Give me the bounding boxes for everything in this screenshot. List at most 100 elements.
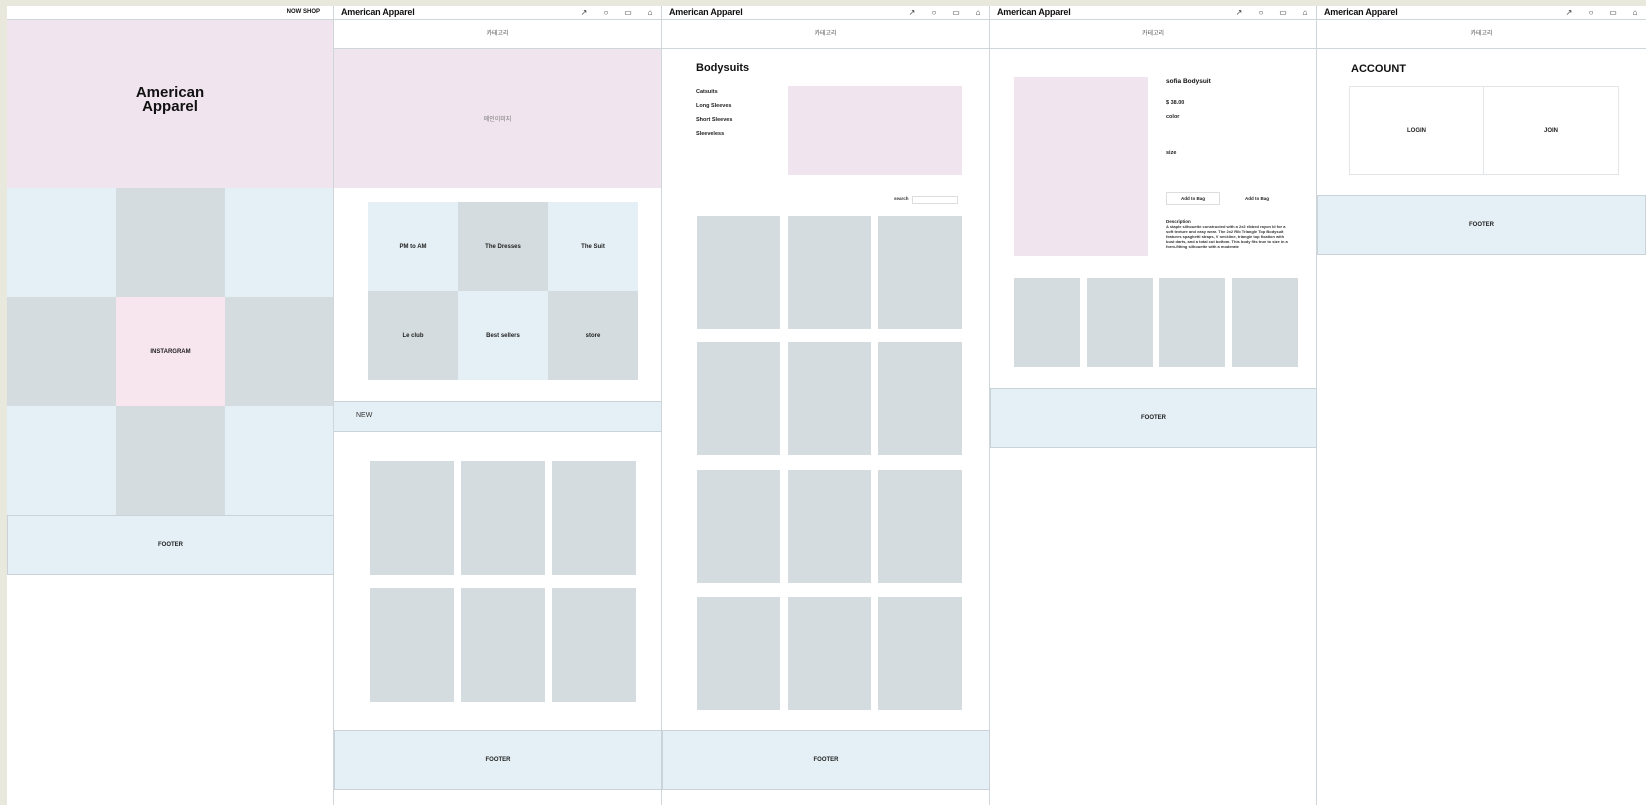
product-thumb[interactable] bbox=[788, 342, 871, 455]
pin-icon[interactable]: ↗ bbox=[907, 6, 917, 19]
tile-label: Best sellers bbox=[486, 332, 520, 339]
product-thumb[interactable] bbox=[697, 216, 780, 329]
cart-icon[interactable]: ▭ bbox=[623, 6, 633, 19]
login-label: LOGIN bbox=[1407, 127, 1426, 134]
category-label: 카테고리 bbox=[814, 31, 837, 37]
chat-icon[interactable]: ○ bbox=[601, 6, 611, 19]
category-label: 카테고리 bbox=[1470, 31, 1493, 37]
subcategory-link[interactable]: Catsuits bbox=[696, 89, 718, 95]
add-to-bag-button-secondary[interactable]: Add to Bag bbox=[1230, 192, 1284, 205]
search-box: search bbox=[894, 195, 960, 204]
category-bar[interactable]: 카테고리 bbox=[662, 20, 989, 49]
product-thumb[interactable] bbox=[370, 588, 454, 702]
product-thumb[interactable] bbox=[697, 470, 780, 583]
brand-logo[interactable]: American Apparel bbox=[1324, 7, 1398, 17]
product-thumb[interactable] bbox=[697, 597, 780, 710]
product-image bbox=[1014, 77, 1148, 256]
brand-logo[interactable]: American Apparel bbox=[669, 7, 743, 17]
instagram-label: INSTARGRAM bbox=[150, 348, 191, 355]
home-header: NOW SHOP bbox=[7, 6, 333, 20]
instagram-tile[interactable] bbox=[7, 188, 116, 297]
header-icons: ↗ ○ ▭ ⌂ bbox=[579, 6, 655, 19]
main-image-label: 메인이미지 bbox=[483, 117, 512, 123]
product-thumb[interactable] bbox=[788, 470, 871, 583]
instagram-tile[interactable] bbox=[7, 406, 116, 515]
tile-label: The Dresses bbox=[485, 243, 521, 250]
new-section-bar[interactable]: NEW bbox=[334, 401, 661, 432]
cart-icon[interactable]: ▭ bbox=[951, 6, 961, 19]
product-thumb[interactable] bbox=[788, 597, 871, 710]
brand-logo[interactable]: American Apparel bbox=[341, 7, 415, 17]
chat-icon[interactable]: ○ bbox=[1586, 6, 1596, 19]
main-screen: American Apparel ↗ ○ ▭ ⌂ 카테고리 메인이미지 PM t… bbox=[334, 6, 662, 805]
product-header: American Apparel ↗ ○ ▭ ⌂ bbox=[990, 6, 1316, 20]
pin-icon[interactable]: ↗ bbox=[1234, 6, 1244, 19]
brand-logo[interactable]: American Apparel bbox=[997, 7, 1071, 17]
instagram-tile[interactable] bbox=[116, 188, 225, 297]
product-thumb[interactable] bbox=[552, 588, 636, 702]
subcategory-link[interactable]: Short Sleeves bbox=[696, 117, 732, 123]
user-icon[interactable]: ⌂ bbox=[1630, 6, 1640, 19]
join-label: JOIN bbox=[1543, 127, 1558, 134]
cart-icon[interactable]: ▭ bbox=[1278, 6, 1288, 19]
header-icons: ↗ ○ ▭ ⌂ bbox=[1234, 6, 1310, 19]
add-to-bag-button[interactable]: Add to Bag bbox=[1166, 192, 1220, 205]
collection-tile[interactable]: The Suit bbox=[548, 202, 638, 291]
instagram-tile[interactable] bbox=[225, 188, 333, 297]
product-thumb[interactable] bbox=[461, 461, 545, 575]
footer-label: FOOTER bbox=[1469, 222, 1494, 228]
collection-tile[interactable]: store bbox=[548, 291, 638, 380]
product-thumb[interactable] bbox=[878, 216, 962, 329]
product-thumb[interactable] bbox=[878, 342, 962, 455]
instagram-tile[interactable] bbox=[225, 406, 333, 515]
header-icons: ↗ ○ ▭ ⌂ bbox=[907, 6, 983, 19]
main-image: 메인이미지 bbox=[334, 49, 661, 188]
product-price: $ 38.00 bbox=[1166, 100, 1185, 106]
account-footer: FOOTER bbox=[1317, 195, 1646, 255]
category-bar[interactable]: 카테고리 bbox=[990, 20, 1316, 49]
user-icon[interactable]: ⌂ bbox=[1300, 6, 1310, 19]
collection-tile[interactable]: PM to AM bbox=[368, 202, 458, 291]
related-thumb[interactable] bbox=[1232, 278, 1298, 367]
now-shop-link[interactable]: NOW SHOP bbox=[287, 9, 320, 15]
instagram-label-tile[interactable]: INSTARGRAM bbox=[116, 297, 225, 406]
listing-header: American Apparel ↗ ○ ▭ ⌂ bbox=[662, 6, 989, 20]
login-button[interactable]: LOGIN bbox=[1349, 86, 1484, 175]
instagram-tile[interactable] bbox=[225, 297, 333, 406]
category-bar[interactable]: 카테고리 bbox=[334, 20, 661, 49]
chat-icon[interactable]: ○ bbox=[1256, 6, 1266, 19]
product-thumb[interactable] bbox=[878, 470, 962, 583]
product-thumb[interactable] bbox=[552, 461, 636, 575]
product-thumb[interactable] bbox=[788, 216, 871, 329]
instagram-tile[interactable] bbox=[116, 406, 225, 515]
collection-tile[interactable]: Le club bbox=[368, 291, 458, 380]
chat-icon[interactable]: ○ bbox=[929, 6, 939, 19]
subcategory-link[interactable]: Sleeveless bbox=[696, 131, 724, 137]
listing-screen: American Apparel ↗ ○ ▭ ⌂ 카테고리 Bodysuits … bbox=[662, 6, 990, 805]
product-name: sofia Bodysuit bbox=[1166, 78, 1211, 85]
category-bar[interactable]: 카테고리 bbox=[1317, 20, 1646, 49]
product-thumb[interactable] bbox=[370, 461, 454, 575]
user-icon[interactable]: ⌂ bbox=[645, 6, 655, 19]
tile-label: PM to AM bbox=[399, 243, 427, 250]
product-thumb[interactable] bbox=[461, 588, 545, 702]
pin-icon[interactable]: ↗ bbox=[1564, 6, 1574, 19]
related-thumb[interactable] bbox=[1087, 278, 1153, 367]
user-icon[interactable]: ⌂ bbox=[973, 6, 983, 19]
tile-label: The Suit bbox=[581, 243, 605, 250]
subcategory-link[interactable]: Long Sleeves bbox=[696, 103, 731, 109]
collection-tile[interactable]: The Dresses bbox=[458, 202, 548, 291]
search-input[interactable] bbox=[912, 196, 958, 204]
hero-logo: American Apparel bbox=[7, 85, 333, 114]
product-thumb[interactable] bbox=[878, 597, 962, 710]
product-thumb[interactable] bbox=[697, 342, 780, 455]
cart-icon[interactable]: ▭ bbox=[1608, 6, 1618, 19]
listing-footer: FOOTER bbox=[662, 730, 990, 790]
instagram-tile[interactable] bbox=[7, 297, 116, 406]
home-screen: NOW SHOP American Apparel INSTARGRAM FOO… bbox=[7, 6, 334, 805]
related-thumb[interactable] bbox=[1159, 278, 1225, 367]
collection-tile[interactable]: Best sellers bbox=[458, 291, 548, 380]
related-thumb[interactable] bbox=[1014, 278, 1080, 367]
join-button[interactable]: JOIN bbox=[1484, 86, 1619, 175]
pin-icon[interactable]: ↗ bbox=[579, 6, 589, 19]
